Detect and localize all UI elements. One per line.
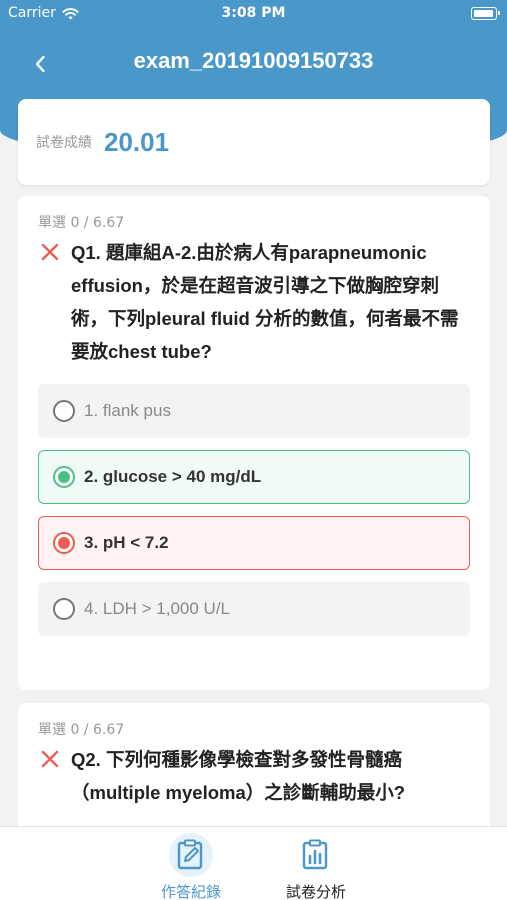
nav-bar: exam_20191009150733: [0, 28, 507, 98]
option-label: 4. LDH > 1,000 U/L: [84, 599, 231, 618]
tab-label: 試卷分析: [285, 883, 346, 900]
question-text: Q1. 題庫組A-2.由於病人有parapneumonic effusion，於…: [71, 242, 459, 362]
tab-bar: 作答紀錄 試卷分析: [0, 826, 507, 900]
tab-answer-record[interactable]: 作答紀錄: [136, 833, 246, 900]
option-4[interactable]: 4. LDH > 1,000 U/L: [38, 582, 470, 636]
wrong-mark-icon: [41, 750, 59, 768]
status-bar: Carrier 3:08 PM: [0, 0, 507, 28]
question-type-label: 單選 0 / 6.67: [38, 215, 125, 231]
option-2-correct[interactable]: 2. glucose > 40 mg/dL: [38, 450, 470, 504]
page-title: exam_20191009150733: [133, 48, 374, 73]
option-label: 2. glucose > 40 mg/dL: [84, 467, 262, 486]
score-label: 試卷成績: [36, 135, 92, 151]
question-type-label: 單選 0 / 6.67: [38, 722, 125, 738]
option-label: 1. flank pus: [84, 401, 171, 420]
tab-icon-container: [294, 833, 338, 877]
option-1[interactable]: 1. flank pus: [38, 384, 470, 438]
wrong-mark-icon: [41, 243, 59, 261]
radio-selected-icon: [53, 466, 75, 488]
question-text: Q2. 下列何種影像學檢查對多發性骨髓癌（multiple myeloma）之診…: [71, 749, 406, 803]
status-time: 3:08 PM: [221, 5, 286, 21]
tab-icon-container: [169, 833, 213, 877]
option-3-selected-wrong[interactable]: 3. pH < 7.2: [38, 516, 470, 570]
score-card: 試卷成績 20.01: [18, 99, 490, 185]
tab-label: 作答紀錄: [160, 883, 221, 900]
option-label: 3. pH < 7.2: [84, 533, 169, 552]
question-row: Q2. 下列何種影像學檢查對多發性骨髓癌（multiple myeloma）之診…: [38, 743, 470, 809]
battery-icon: [471, 7, 500, 20]
question-row: Q1. 題庫組A-2.由於病人有parapneumonic effusion，於…: [38, 236, 470, 368]
score-value: 20.01: [104, 126, 170, 157]
radio-icon: [53, 400, 75, 422]
edit-clipboard-icon: [177, 839, 203, 870]
question-card: 單選 0 / 6.67 Q1. 題庫組A-2.由於病人有parapneumoni…: [18, 196, 490, 690]
tab-exam-analysis[interactable]: 試卷分析: [261, 833, 371, 900]
radio-selected-icon: [53, 532, 75, 554]
bar-chart-clipboard-icon: [302, 839, 328, 870]
options-list: 1. flank pus 2. glucose > 40 mg/dL 3. pH…: [38, 384, 470, 636]
radio-icon: [53, 598, 75, 620]
